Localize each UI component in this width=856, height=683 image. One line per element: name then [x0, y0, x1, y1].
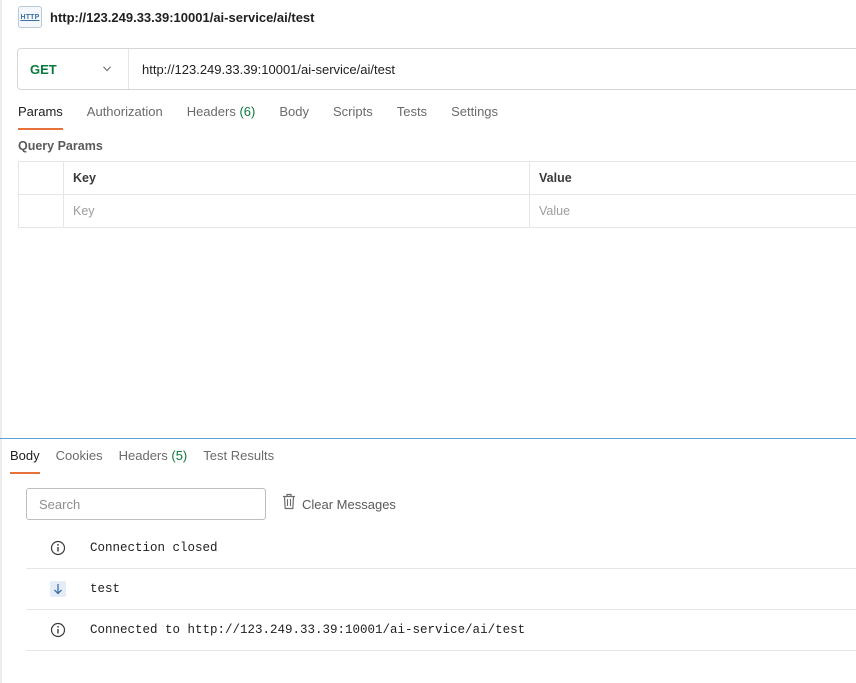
clear-messages-label: Clear Messages — [302, 496, 396, 512]
query-params-title: Query Params — [18, 139, 103, 153]
list-item[interactable]: Connected to http://123.249.33.39:10001/… — [26, 610, 856, 651]
info-icon — [50, 622, 66, 638]
message-text: test — [90, 582, 121, 596]
request-title[interactable]: http://123.249.33.39:10001/ai-service/ai… — [50, 10, 315, 25]
info-icon — [50, 540, 66, 556]
tab-response-headers[interactable]: Headers (5) — [119, 448, 188, 474]
request-tabs: Params Authorization Headers (6) Body Sc… — [18, 104, 522, 130]
params-table: Key Value Key Value — [18, 161, 856, 228]
search-input[interactable] — [26, 488, 266, 520]
headers-count: (6) — [239, 104, 256, 119]
value-column-header: Value — [529, 162, 856, 194]
message-list: Connection closed test Connected to http… — [26, 528, 856, 651]
check-column — [18, 162, 63, 194]
value-input[interactable]: Value — [529, 195, 856, 227]
row-checkbox[interactable] — [18, 195, 63, 227]
tab-test-results[interactable]: Test Results — [203, 448, 274, 474]
message-text: Connection closed — [90, 541, 218, 555]
pane-splitter[interactable] — [0, 438, 856, 439]
url-bar: GET — [17, 48, 856, 90]
key-input[interactable]: Key — [63, 195, 529, 227]
arrow-down-icon — [50, 581, 66, 597]
method-label: GET — [30, 61, 57, 77]
tab-settings[interactable]: Settings — [451, 104, 498, 130]
left-border — [0, 0, 2, 683]
url-input[interactable] — [142, 61, 742, 77]
request-header: HTTP http://123.249.33.39:10001/ai-servi… — [18, 6, 315, 28]
http-file-icon: HTTP — [18, 6, 42, 28]
tab-scripts[interactable]: Scripts — [333, 104, 373, 130]
response-headers-count: (5) — [171, 448, 188, 463]
tab-body[interactable]: Body — [279, 104, 309, 130]
trash-icon — [282, 493, 296, 515]
key-column-header: Key — [63, 162, 529, 194]
response-tabs: Body Cookies Headers (5) Test Results — [10, 448, 290, 474]
http-icon-text: HTTP — [20, 13, 40, 21]
list-item[interactable]: test — [26, 569, 856, 610]
params-header-row: Key Value — [18, 162, 856, 195]
method-select[interactable]: GET — [18, 49, 129, 89]
tab-params[interactable]: Params — [18, 104, 63, 130]
tab-authorization[interactable]: Authorization — [87, 104, 163, 130]
clear-messages-button[interactable]: Clear Messages — [282, 493, 396, 515]
tab-headers[interactable]: Headers (6) — [187, 104, 256, 130]
message-text: Connected to http://123.249.33.39:10001/… — [90, 623, 526, 637]
chevron-down-icon — [102, 65, 111, 73]
list-item[interactable]: Connection closed — [26, 528, 856, 569]
tab-tests[interactable]: Tests — [397, 104, 427, 130]
tab-response-body[interactable]: Body — [10, 448, 40, 474]
table-row: Key Value — [18, 195, 856, 228]
tab-cookies[interactable]: Cookies — [56, 448, 103, 474]
